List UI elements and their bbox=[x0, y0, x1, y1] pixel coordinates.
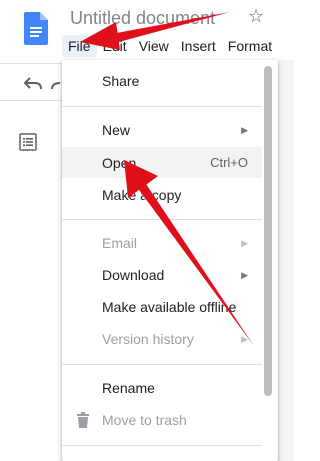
submenu-arrow-icon: ▶ bbox=[241, 333, 248, 344]
page-background-strip bbox=[278, 60, 294, 461]
menu-item-open-shortcut: Ctrl+O bbox=[210, 155, 248, 170]
menu-item-version-history[interactable]: Version history ▶ bbox=[62, 324, 262, 354]
trash-icon bbox=[77, 412, 89, 428]
menu-item-make-available-offline-label: Make available offline bbox=[102, 299, 237, 315]
menu-item-make-a-copy[interactable]: Make a copy bbox=[62, 180, 262, 210]
menu-item-version-history-label: Version history bbox=[102, 331, 194, 347]
menubar-view[interactable]: View bbox=[133, 35, 175, 57]
submenu-arrow-icon: ▶ bbox=[241, 124, 248, 135]
docs-logo-icon[interactable] bbox=[24, 12, 48, 45]
menu-item-make-a-copy-label: Make a copy bbox=[102, 187, 182, 203]
menu-item-open-label: Open bbox=[102, 154, 137, 171]
menu-scrollbar[interactable] bbox=[264, 66, 272, 396]
menu-item-new[interactable]: New ▶ bbox=[62, 115, 262, 145]
menubar: File Edit View Insert Format bbox=[62, 35, 278, 57]
document-outline-icon[interactable] bbox=[19, 133, 37, 151]
menu-item-email-label: Email bbox=[102, 235, 138, 251]
menu-item-share-label: Share bbox=[102, 73, 140, 89]
menubar-edit[interactable]: Edit bbox=[97, 35, 133, 57]
menu-divider bbox=[62, 106, 262, 107]
undo-icon[interactable] bbox=[22, 73, 44, 93]
file-menu: Share New ▶ Open Ctrl+O Make a copy Emai… bbox=[62, 60, 278, 461]
document-title[interactable]: Untitled document bbox=[70, 8, 215, 29]
menu-item-make-available-offline[interactable]: Make available offline bbox=[62, 292, 262, 322]
star-icon[interactable]: ☆ bbox=[248, 6, 264, 27]
menu-item-download-label: Download bbox=[102, 267, 165, 283]
submenu-arrow-icon: ▶ bbox=[241, 237, 248, 248]
redo-icon[interactable] bbox=[50, 73, 62, 93]
menubar-file[interactable]: File bbox=[62, 35, 97, 57]
menu-divider bbox=[62, 219, 262, 220]
menu-item-rename-label: Rename bbox=[102, 380, 155, 396]
menu-divider bbox=[62, 445, 262, 446]
menu-item-email[interactable]: Email ▶ bbox=[62, 228, 262, 258]
menu-item-rename[interactable]: Rename bbox=[62, 373, 262, 403]
menu-item-move-to-trash[interactable]: Move to trash bbox=[62, 405, 262, 435]
menu-item-share[interactable]: Share bbox=[62, 66, 262, 96]
menu-divider bbox=[62, 364, 262, 365]
menu-item-open[interactable]: Open Ctrl+O bbox=[62, 147, 262, 178]
submenu-arrow-icon: ▶ bbox=[241, 269, 248, 280]
menu-item-download[interactable]: Download ▶ bbox=[62, 260, 262, 290]
menu-item-move-to-trash-label: Move to trash bbox=[102, 412, 187, 428]
menubar-format[interactable]: Format bbox=[222, 35, 278, 57]
menu-item-new-label: New bbox=[102, 122, 131, 138]
menubar-insert[interactable]: Insert bbox=[175, 35, 222, 57]
